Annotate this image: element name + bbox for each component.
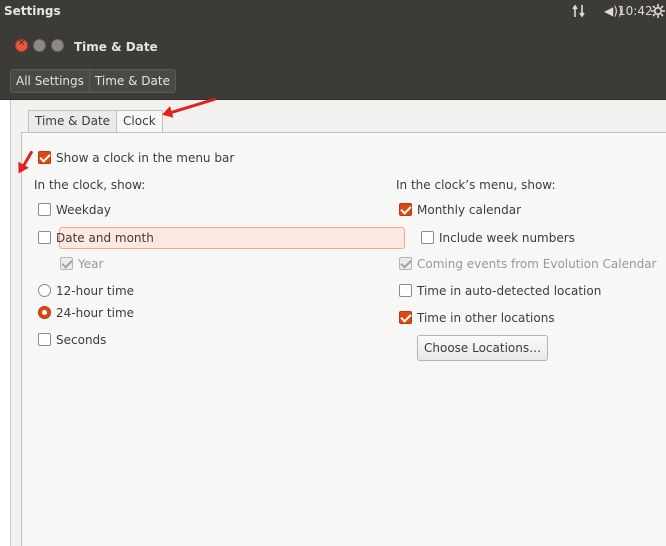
menu-section-heading: In the clock’s menu, show:: [396, 178, 556, 192]
minimize-window-button[interactable]: [33, 39, 46, 52]
week-numbers-checkbox[interactable]: [421, 231, 434, 244]
window-title: Time & Date: [74, 40, 158, 54]
auto-location-checkbox[interactable]: [399, 284, 412, 297]
other-locations-checkbox[interactable]: [399, 311, 412, 324]
tab-bar: Time & Date Clock: [28, 110, 163, 133]
date-month-checkbox[interactable]: [38, 231, 51, 244]
top-panel: Settings ◀)) 10:42: [0, 0, 666, 24]
close-icon: ×: [17, 38, 26, 48]
weekday-checkbox[interactable]: [38, 203, 51, 216]
year-label: Year: [78, 257, 104, 271]
clock-section-heading: In the clock, show:: [34, 178, 146, 192]
clock-time[interactable]: 10:42: [618, 4, 653, 18]
show-clock-label: Show a clock in the menu bar: [56, 151, 235, 165]
hour12-radio[interactable]: [38, 284, 51, 297]
date-month-label: Date and month: [56, 231, 154, 245]
toolbar: All Settings Time & Date: [0, 62, 666, 100]
app-title: Settings: [4, 4, 61, 18]
evolution-events-label: Coming events from Evolution Calendar: [417, 257, 657, 271]
gear-icon[interactable]: [650, 3, 666, 22]
year-checkbox: [60, 257, 73, 270]
tab-time-date[interactable]: Time & Date: [28, 110, 118, 133]
hour24-label: 24-hour time: [56, 306, 135, 320]
hour24-radio[interactable]: [38, 306, 51, 319]
maximize-window-button[interactable]: [51, 39, 64, 52]
content-area: Time & Date Clock Show a clock in the me…: [10, 100, 666, 546]
seconds-label: Seconds: [56, 333, 107, 347]
clock-panel: Show a clock in the menu bar In the cloc…: [21, 132, 666, 546]
seconds-checkbox[interactable]: [38, 333, 51, 346]
breadcrumb-all-settings[interactable]: All Settings: [11, 70, 89, 92]
monthly-calendar-checkbox[interactable]: [399, 203, 412, 216]
tab-clock[interactable]: Clock: [117, 110, 163, 133]
network-icon[interactable]: [572, 4, 586, 21]
hour12-label: 12-hour time: [56, 284, 135, 298]
weekday-label: Weekday: [56, 203, 111, 217]
week-numbers-label: Include week numbers: [439, 231, 575, 245]
evolution-events-checkbox: [399, 257, 412, 270]
choose-locations-button[interactable]: Choose Locations…: [417, 335, 549, 361]
window-titlebar: × Time & Date: [0, 24, 666, 62]
breadcrumb: All Settings Time & Date: [10, 69, 176, 93]
close-window-button[interactable]: ×: [15, 38, 28, 52]
other-locations-label: Time in other locations: [417, 311, 555, 325]
auto-location-label: Time in auto-detected location: [417, 284, 602, 298]
show-clock-checkbox[interactable]: [38, 151, 51, 164]
breadcrumb-time-date[interactable]: Time & Date: [88, 70, 175, 92]
monthly-calendar-label: Monthly calendar: [417, 203, 522, 217]
